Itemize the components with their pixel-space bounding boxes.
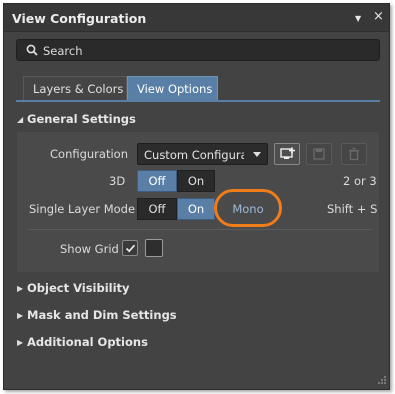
save-as-configuration-button[interactable]	[274, 143, 300, 165]
expanded-triangle-icon: ◢	[17, 115, 24, 124]
save-configuration-button[interactable]	[306, 143, 332, 165]
collapsed-triangle-icon: ▶	[17, 338, 24, 347]
configuration-dropdown[interactable]: Custom Configurati	[137, 143, 268, 165]
single-layer-shortcut: Shift + S	[327, 202, 378, 216]
tab-underline	[16, 100, 380, 102]
3d-shortcut: 2 or 3	[343, 174, 377, 188]
collapsed-triangle-icon: ▶	[17, 284, 24, 293]
section-object-visibility[interactable]: ▶ Object Visibility	[17, 281, 130, 295]
single-layer-off-toggle[interactable]: Off	[137, 198, 177, 220]
show-grid-checkbox[interactable]	[122, 240, 138, 256]
save-icon	[313, 148, 325, 160]
section-additional-options[interactable]: ▶ Additional Options	[17, 335, 148, 349]
configuration-label: Configuration	[50, 147, 128, 161]
close-icon[interactable]: ×	[373, 9, 384, 24]
highlight-ring	[214, 189, 282, 227]
single-layer-mode-label: Single Layer Mode	[29, 202, 136, 216]
view-configuration-panel: View Configuration ▼ × Search Layers & C…	[3, 3, 390, 390]
settings-divider	[28, 229, 372, 230]
resize-grip-icon[interactable]	[375, 375, 387, 387]
checkmark-icon	[125, 244, 136, 253]
grid-color-swatch[interactable]	[145, 239, 163, 257]
search-input[interactable]: Search	[16, 39, 380, 61]
chevron-down-icon	[253, 152, 261, 157]
pin-dropdown-icon[interactable]: ▼	[355, 14, 361, 23]
show-grid-label: Show Grid	[60, 242, 119, 256]
tab-view-options[interactable]: View Options	[127, 76, 218, 100]
collapsed-triangle-icon: ▶	[17, 311, 24, 320]
new-config-icon	[280, 147, 295, 159]
tab-layers-colors[interactable]: Layers & Colors	[23, 76, 127, 100]
panel-title: View Configuration	[12, 11, 147, 26]
panel-titlebar: View Configuration ▼ ×	[4, 4, 389, 32]
section-mask-dim-settings[interactable]: ▶ Mask and Dim Settings	[17, 308, 177, 322]
trash-icon	[349, 147, 359, 161]
search-icon	[26, 44, 38, 56]
delete-configuration-button[interactable]	[341, 143, 367, 165]
search-placeholder: Search	[43, 44, 83, 58]
3d-on-toggle[interactable]: On	[177, 170, 215, 192]
3d-off-toggle[interactable]: Off	[137, 170, 177, 192]
section-general-settings[interactable]: ◢ General Settings	[17, 112, 136, 126]
single-layer-on-toggle[interactable]: On	[177, 198, 215, 220]
configuration-value: Custom Configurati	[144, 148, 244, 162]
3d-label: 3D	[109, 174, 126, 188]
